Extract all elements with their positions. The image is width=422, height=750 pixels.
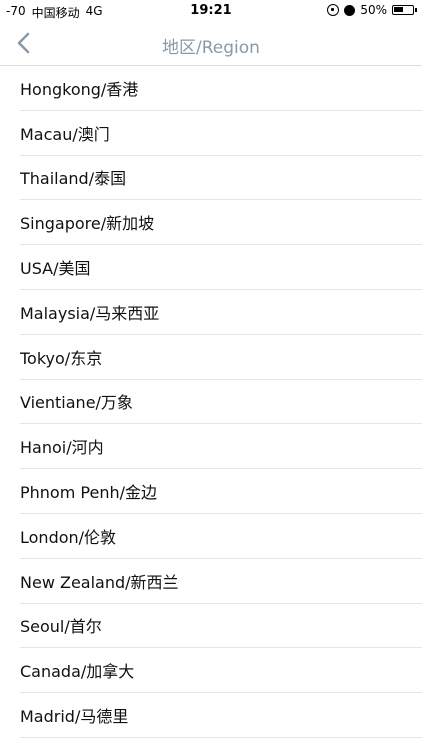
list-item[interactable]: Macau/澳门 bbox=[20, 111, 422, 156]
battery-percent: 50% bbox=[360, 3, 387, 17]
rotation-lock-icon bbox=[327, 4, 340, 16]
list-item[interactable]: London/伦敦 bbox=[20, 514, 422, 559]
alarm-icon bbox=[344, 4, 356, 16]
list-item[interactable]: USA/美国 bbox=[20, 245, 422, 290]
list-item[interactable]: Canada/加拿大 bbox=[20, 648, 422, 694]
list-item[interactable]: Hongkong/香港 bbox=[20, 66, 422, 111]
navigation-bar: 地区/Region bbox=[0, 22, 422, 66]
region-list: Hongkong/香港 Macau/澳门 Thailand/泰国 Singapo… bbox=[0, 66, 422, 738]
battery-icon bbox=[392, 5, 417, 15]
list-item[interactable]: Phnom Penh/金边 bbox=[20, 469, 422, 514]
status-bar: -70 中国移动 4G 19:21 50% bbox=[0, 0, 422, 22]
list-item[interactable]: New Zealand/新西兰 bbox=[20, 559, 422, 604]
list-item[interactable]: Malaysia/马来西亚 bbox=[20, 290, 422, 335]
list-item[interactable]: Hanoi/河内 bbox=[20, 424, 422, 470]
list-item[interactable]: Thailand/泰国 bbox=[20, 156, 422, 201]
list-item[interactable]: Vientiane/万象 bbox=[20, 380, 422, 425]
list-item[interactable]: Madrid/马德里 bbox=[20, 693, 422, 738]
list-item[interactable]: Singapore/新加坡 bbox=[20, 200, 422, 246]
page-title: 地区/Region bbox=[162, 38, 260, 58]
list-item[interactable]: Tokyo/东京 bbox=[20, 335, 422, 380]
list-item[interactable]: Seoul/首尔 bbox=[20, 604, 422, 649]
status-right: 50% bbox=[327, 3, 417, 17]
